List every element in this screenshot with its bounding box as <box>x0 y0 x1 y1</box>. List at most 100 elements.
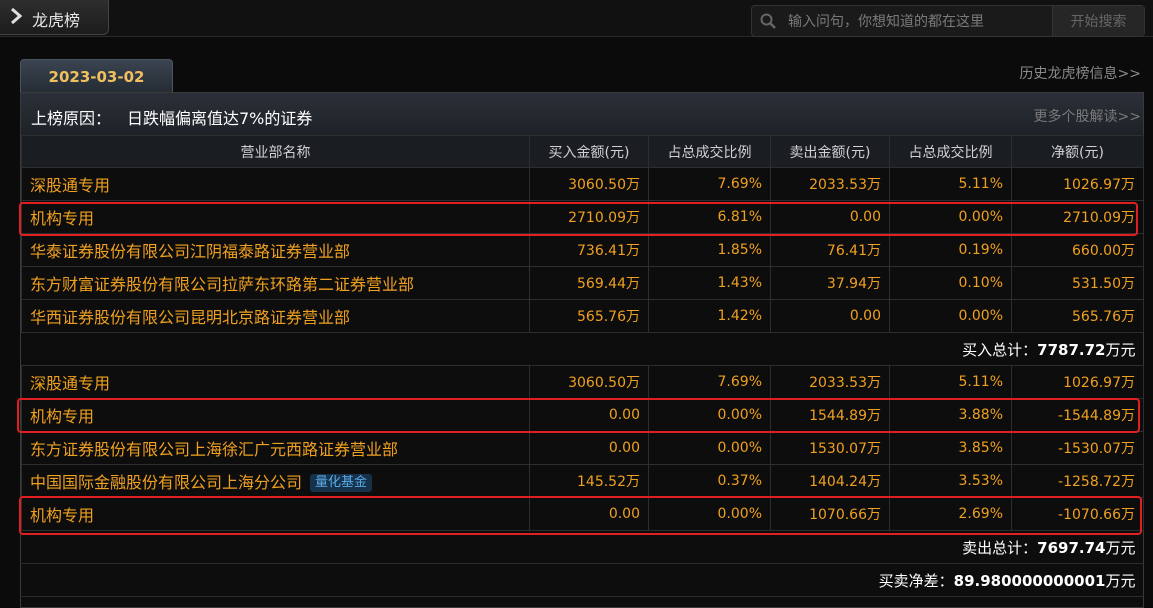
sell-amount: 1070.66万 <box>770 497 890 531</box>
buy-pct: 7.69% <box>648 167 771 201</box>
table-row[interactable]: 华泰证券股份有限公司江阴福泰路证券营业部 736.41万 1.85% 76.41… <box>21 233 1144 267</box>
buy-amount: 2710.09万 <box>529 200 649 234</box>
sell-pct: 0.00% <box>889 200 1012 234</box>
reason-label: 上榜原因： <box>31 109 112 128</box>
reason-bar: 上榜原因： 日跌幅偏离值达7%的证券 更多个股解读>> <box>21 93 1143 136</box>
net-amount: 2710.09万 <box>1011 200 1144 234</box>
net-amount: 531.50万 <box>1011 266 1144 300</box>
net-amount: -1530.07万 <box>1011 431 1144 465</box>
net-total-row: 买卖净差：89.980000000001万元 <box>21 563 1144 597</box>
broker-name[interactable]: 机构专用 <box>21 497 530 531</box>
col-header-name: 营业部名称 <box>21 135 530 168</box>
table-row[interactable]: 深股通专用 3060.50万 7.69% 2033.53万 5.11% 1026… <box>21 365 1144 399</box>
broker-name[interactable]: 华泰证券股份有限公司江阴福泰路证券营业部 <box>21 233 530 267</box>
title-tab[interactable]: 龙虎榜 <box>0 0 109 35</box>
net-amount: 1026.97万 <box>1011 167 1144 201</box>
buy-pct: 1.43% <box>648 266 771 300</box>
net-amount: 565.76万 <box>1011 299 1144 333</box>
buy-amount: 145.52万 <box>529 464 649 498</box>
net-total: 买卖净差：89.980000000001万元 <box>21 563 1144 597</box>
top-bar: 龙虎榜 开始搜索 <box>0 0 1153 37</box>
table-row[interactable]: 东方财富证券股份有限公司拉萨东环路第二证券营业部 569.44万 1.43% 3… <box>21 266 1144 300</box>
buy-total-row: 买入总计：7787.72万元 <box>21 332 1144 366</box>
broker-name[interactable]: 深股通专用 <box>21 365 530 399</box>
buy-amount: 0.00 <box>529 398 649 432</box>
sell-pct: 3.85% <box>889 431 1012 465</box>
more-link[interactable]: 更多个股解读>> <box>1034 106 1141 126</box>
buy-amount: 565.76万 <box>529 299 649 333</box>
buy-pct: 1.42% <box>648 299 771 333</box>
sell-pct: 0.19% <box>889 233 1012 267</box>
net-amount: -1258.72万 <box>1011 464 1144 498</box>
search-button[interactable]: 开始搜索 <box>1052 6 1144 36</box>
sell-total-unit: 万元 <box>1105 538 1136 557</box>
buy-total: 买入总计：7787.72万元 <box>21 332 1144 366</box>
sell-pct: 5.11% <box>889 167 1012 201</box>
reason-text: 日跌幅偏离值达7%的证券 <box>127 109 313 128</box>
sell-pct: 2.69% <box>889 497 1012 531</box>
sell-amount: 37.94万 <box>770 266 890 300</box>
sell-total-value: 7697.74 <box>1037 538 1106 557</box>
search-icon <box>760 13 776 29</box>
broker-name[interactable]: 东方财富证券股份有限公司拉萨东环路第二证券营业部 <box>21 266 530 300</box>
table-row[interactable]: 深股通专用 3060.50万 7.69% 2033.53万 5.11% 1026… <box>21 167 1144 201</box>
table-row[interactable]: 东方证券股份有限公司上海徐汇广元西路证券营业部 0.00 0.00% 1530.… <box>21 431 1144 465</box>
sell-amount: 76.41万 <box>770 233 890 267</box>
buy-amount: 736.41万 <box>529 233 649 267</box>
sell-pct: 3.53% <box>889 464 1012 498</box>
table-row[interactable]: 机构专用 0.00 0.00% 1070.66万 2.69% -1070.66万 <box>21 497 1144 531</box>
table-row[interactable]: 机构专用 2710.09万 6.81% 0.00 0.00% 2710.09万 <box>21 200 1144 234</box>
search-box: 开始搜索 <box>751 5 1145 37</box>
sell-amount: 0.00 <box>770 299 890 333</box>
quant-fund-badge[interactable]: 量化基金 <box>310 474 373 492</box>
net-amount: 660.00万 <box>1011 233 1144 267</box>
buy-amount: 0.00 <box>529 431 649 465</box>
sell-pct: 5.11% <box>889 365 1012 399</box>
broker-name[interactable]: 机构专用 <box>21 398 530 432</box>
sell-amount: 2033.53万 <box>770 365 890 399</box>
app-title: 龙虎榜 <box>32 11 81 30</box>
sell-amount: 0.00 <box>770 200 890 234</box>
sell-total: 卖出总计：7697.74万元 <box>21 530 1144 564</box>
dragon-tiger-panel: 上榜原因： 日跌幅偏离值达7%的证券 更多个股解读>> 营业部名称 买入金额(元… <box>20 92 1144 608</box>
net-total-value: 89.980000000001 <box>953 571 1106 590</box>
sell-total-row: 卖出总计：7697.74万元 <box>21 530 1144 564</box>
buy-pct: 6.81% <box>648 200 771 234</box>
broker-table: 营业部名称 买入金额(元) 占总成交比例 卖出金额(元) 占总成交比例 净额(元… <box>21 135 1144 597</box>
buy-total-unit: 万元 <box>1105 340 1136 359</box>
broker-name[interactable]: 华西证券股份有限公司昆明北京路证券营业部 <box>21 299 530 333</box>
buy-pct: 0.00% <box>648 497 771 531</box>
history-link[interactable]: 历史龙虎榜信息>> <box>1020 63 1141 83</box>
buy-pct: 7.69% <box>648 365 771 399</box>
search-input[interactable] <box>786 10 1050 34</box>
buy-amount: 0.00 <box>529 497 649 531</box>
sell-amount: 1530.07万 <box>770 431 890 465</box>
buy-pct: 0.00% <box>648 398 771 432</box>
chevron-right-icon <box>11 7 23 25</box>
date-tab[interactable]: 2023-03-02 <box>20 59 173 93</box>
col-header-sell: 卖出金额(元) <box>770 135 890 168</box>
net-amount: -1544.89万 <box>1011 398 1144 432</box>
buy-pct: 0.37% <box>648 464 771 498</box>
col-header-sell-pct: 占总成交比例 <box>889 135 1012 168</box>
broker-name-cell[interactable]: 中国国际金融股份有限公司上海分公司 量化基金 <box>21 464 530 498</box>
table-header: 营业部名称 买入金额(元) 占总成交比例 卖出金额(元) 占总成交比例 净额(元… <box>21 135 1144 168</box>
buy-amount: 3060.50万 <box>529 365 649 399</box>
net-amount: -1070.66万 <box>1011 497 1144 531</box>
table-row[interactable]: 机构专用 0.00 0.00% 1544.89万 3.88% -1544.89万 <box>21 398 1144 432</box>
sell-amount: 1404.24万 <box>770 464 890 498</box>
broker-name[interactable]: 机构专用 <box>21 200 530 234</box>
table-row[interactable]: 中国国际金融股份有限公司上海分公司 量化基金 145.52万 0.37% 1404… <box>21 464 1144 498</box>
col-header-buy-pct: 占总成交比例 <box>648 135 771 168</box>
table-row[interactable]: 华西证券股份有限公司昆明北京路证券营业部 565.76万 1.42% 0.00 … <box>21 299 1144 333</box>
buy-amount: 3060.50万 <box>529 167 649 201</box>
sell-amount: 1544.89万 <box>770 398 890 432</box>
sell-pct: 0.10% <box>889 266 1012 300</box>
broker-name[interactable]: 深股通专用 <box>21 167 530 201</box>
broker-name[interactable]: 中国国际金融股份有限公司上海分公司 <box>30 473 302 492</box>
col-header-buy: 买入金额(元) <box>529 135 649 168</box>
buy-pct: 0.00% <box>648 431 771 465</box>
net-total-unit: 万元 <box>1105 571 1136 590</box>
broker-name[interactable]: 东方证券股份有限公司上海徐汇广元西路证券营业部 <box>21 431 530 465</box>
buy-amount: 569.44万 <box>529 266 649 300</box>
